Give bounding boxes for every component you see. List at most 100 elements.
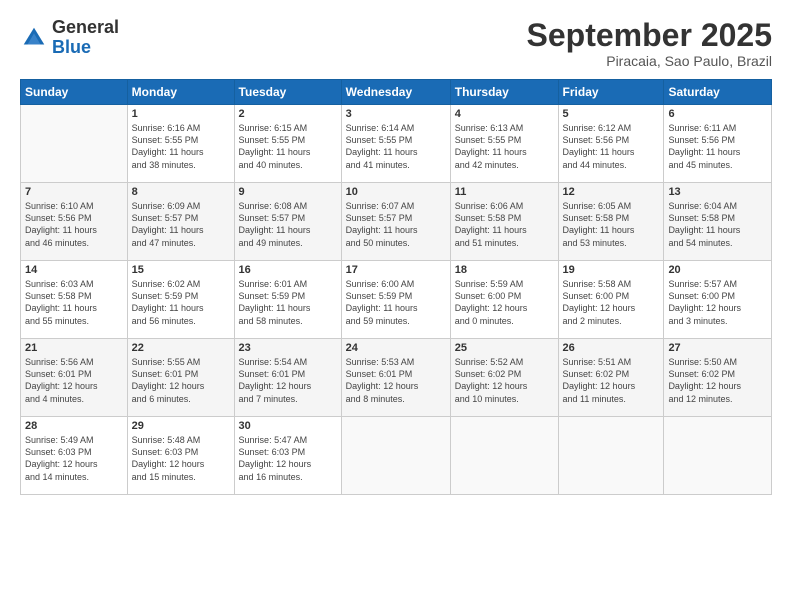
calendar-cell xyxy=(664,417,772,495)
cell-info: Sunrise: 6:16 AM Sunset: 5:55 PM Dayligh… xyxy=(132,122,230,171)
cell-info: Sunrise: 6:01 AM Sunset: 5:59 PM Dayligh… xyxy=(239,278,337,327)
calendar-cell: 17Sunrise: 6:00 AM Sunset: 5:59 PM Dayli… xyxy=(341,261,450,339)
cell-info: Sunrise: 6:10 AM Sunset: 5:56 PM Dayligh… xyxy=(25,200,123,249)
cell-info: Sunrise: 6:07 AM Sunset: 5:57 PM Dayligh… xyxy=(346,200,446,249)
calendar-cell: 1 Sunrise: 6:16 AM Sunset: 5:55 PM Daylig… xyxy=(127,105,234,183)
calendar-week-row: 28 Sunrise: 5:49 AM Sunset: 6:03 PM Dayli… xyxy=(21,417,772,495)
cell-info: Sunrise: 6:00 AM Sunset: 5:59 PM Dayligh… xyxy=(346,278,446,327)
cell-info: Sunrise: 5:56 AM Sunset: 6:01 PM Dayligh… xyxy=(25,356,123,405)
day-number: 14 xyxy=(25,264,123,276)
calendar-header-sunday: Sunday xyxy=(21,80,128,105)
cell-info: Sunrise: 6:09 AM Sunset: 5:57 PM Dayligh… xyxy=(132,200,230,249)
calendar-cell: 22 Sunrise: 5:55 AM Sunset: 6:01 PM Dayli… xyxy=(127,339,234,417)
calendar-week-row: 1 Sunrise: 6:16 AM Sunset: 5:55 PM Daylig… xyxy=(21,105,772,183)
cell-info: Sunrise: 6:08 AM Sunset: 5:57 PM Dayligh… xyxy=(239,200,337,249)
calendar-cell: 3Sunrise: 6:14 AM Sunset: 5:55 PM Daylig… xyxy=(341,105,450,183)
day-number: 16 xyxy=(239,264,337,276)
cell-info: Sunrise: 6:14 AM Sunset: 5:55 PM Dayligh… xyxy=(346,122,446,171)
calendar-week-row: 7 Sunrise: 6:10 AM Sunset: 5:56 PM Daylig… xyxy=(21,183,772,261)
day-number: 27 xyxy=(668,342,767,354)
calendar-cell: 15 Sunrise: 6:02 AM Sunset: 5:59 PM Dayli… xyxy=(127,261,234,339)
calendar-cell: 29 Sunrise: 5:48 AM Sunset: 6:03 PM Dayli… xyxy=(127,417,234,495)
calendar-cell: 21 Sunrise: 5:56 AM Sunset: 6:01 PM Dayli… xyxy=(21,339,128,417)
cell-info: Sunrise: 5:55 AM Sunset: 6:01 PM Dayligh… xyxy=(132,356,230,405)
calendar-header-friday: Friday xyxy=(558,80,664,105)
cell-info: Sunrise: 5:48 AM Sunset: 6:03 PM Dayligh… xyxy=(132,434,230,483)
calendar-cell xyxy=(558,417,664,495)
calendar-cell: 16 Sunrise: 6:01 AM Sunset: 5:59 PM Dayli… xyxy=(234,261,341,339)
calendar-cell: 30Sunrise: 5:47 AM Sunset: 6:03 PM Dayli… xyxy=(234,417,341,495)
cell-info: Sunrise: 6:12 AM Sunset: 5:56 PM Dayligh… xyxy=(563,122,660,171)
calendar-week-row: 21 Sunrise: 5:56 AM Sunset: 6:01 PM Dayli… xyxy=(21,339,772,417)
cell-info: Sunrise: 6:15 AM Sunset: 5:55 PM Dayligh… xyxy=(239,122,337,171)
day-number: 12 xyxy=(563,186,660,198)
day-number: 29 xyxy=(132,420,230,432)
day-number: 6 xyxy=(668,108,767,120)
day-number: 22 xyxy=(132,342,230,354)
calendar-header-wednesday: Wednesday xyxy=(341,80,450,105)
day-number: 10 xyxy=(346,186,446,198)
day-number: 20 xyxy=(668,264,767,276)
day-number: 24 xyxy=(346,342,446,354)
cell-info: Sunrise: 5:59 AM Sunset: 6:00 PM Dayligh… xyxy=(455,278,554,327)
day-number: 4 xyxy=(455,108,554,120)
calendar-cell: 8 Sunrise: 6:09 AM Sunset: 5:57 PM Daylig… xyxy=(127,183,234,261)
cell-info: Sunrise: 5:57 AM Sunset: 6:00 PM Dayligh… xyxy=(668,278,767,327)
calendar-cell: 4 Sunrise: 6:13 AM Sunset: 5:55 PM Daylig… xyxy=(450,105,558,183)
cell-info: Sunrise: 5:49 AM Sunset: 6:03 PM Dayligh… xyxy=(25,434,123,483)
calendar-cell: 24 Sunrise: 5:53 AM Sunset: 6:01 PM Dayli… xyxy=(341,339,450,417)
day-number: 23 xyxy=(239,342,337,354)
cell-info: Sunrise: 5:54 AM Sunset: 6:01 PM Dayligh… xyxy=(239,356,337,405)
cell-info: Sunrise: 6:06 AM Sunset: 5:58 PM Dayligh… xyxy=(455,200,554,249)
calendar-cell: 12 Sunrise: 6:05 AM Sunset: 5:58 PM Dayli… xyxy=(558,183,664,261)
cell-info: Sunrise: 6:04 AM Sunset: 5:58 PM Dayligh… xyxy=(668,200,767,249)
cell-info: Sunrise: 6:05 AM Sunset: 5:58 PM Dayligh… xyxy=(563,200,660,249)
cell-info: Sunrise: 5:53 AM Sunset: 6:01 PM Dayligh… xyxy=(346,356,446,405)
cell-info: Sunrise: 5:58 AM Sunset: 6:00 PM Dayligh… xyxy=(563,278,660,327)
logo-text: General Blue xyxy=(52,18,119,58)
calendar-cell: 18 Sunrise: 5:59 AM Sunset: 6:00 PM Dayli… xyxy=(450,261,558,339)
calendar-cell xyxy=(341,417,450,495)
calendar-cell: 13 Sunrise: 6:04 AM Sunset: 5:58 PM Dayli… xyxy=(664,183,772,261)
calendar-cell xyxy=(21,105,128,183)
cell-info: Sunrise: 6:13 AM Sunset: 5:55 PM Dayligh… xyxy=(455,122,554,171)
day-number: 13 xyxy=(668,186,767,198)
day-number: 1 xyxy=(132,108,230,120)
calendar-week-row: 14Sunrise: 6:03 AM Sunset: 5:58 PM Dayli… xyxy=(21,261,772,339)
day-number: 30 xyxy=(239,420,337,432)
calendar-header-row: SundayMondayTuesdayWednesdayThursdayFrid… xyxy=(21,80,772,105)
day-number: 26 xyxy=(563,342,660,354)
calendar-cell: 23 Sunrise: 5:54 AM Sunset: 6:01 PM Dayli… xyxy=(234,339,341,417)
day-number: 28 xyxy=(25,420,123,432)
calendar-table: SundayMondayTuesdayWednesdayThursdayFrid… xyxy=(20,79,772,495)
day-number: 21 xyxy=(25,342,123,354)
header: General Blue September 2025 Piracaia, Sa… xyxy=(20,18,772,69)
calendar-header-saturday: Saturday xyxy=(664,80,772,105)
cell-info: Sunrise: 5:51 AM Sunset: 6:02 PM Dayligh… xyxy=(563,356,660,405)
calendar-cell: 6Sunrise: 6:11 AM Sunset: 5:56 PM Daylig… xyxy=(664,105,772,183)
day-number: 8 xyxy=(132,186,230,198)
calendar-cell: 7 Sunrise: 6:10 AM Sunset: 5:56 PM Daylig… xyxy=(21,183,128,261)
title-block: September 2025 Piracaia, Sao Paulo, Braz… xyxy=(527,18,772,69)
calendar-cell: 2 Sunrise: 6:15 AM Sunset: 5:55 PM Daylig… xyxy=(234,105,341,183)
day-number: 15 xyxy=(132,264,230,276)
calendar-cell: 5 Sunrise: 6:12 AM Sunset: 5:56 PM Daylig… xyxy=(558,105,664,183)
day-number: 5 xyxy=(563,108,660,120)
calendar-cell: 26 Sunrise: 5:51 AM Sunset: 6:02 PM Dayli… xyxy=(558,339,664,417)
cell-info: Sunrise: 6:02 AM Sunset: 5:59 PM Dayligh… xyxy=(132,278,230,327)
calendar-cell: 10 Sunrise: 6:07 AM Sunset: 5:57 PM Dayli… xyxy=(341,183,450,261)
calendar-cell: 25Sunrise: 5:52 AM Sunset: 6:02 PM Dayli… xyxy=(450,339,558,417)
logo-icon xyxy=(20,24,48,52)
calendar-cell xyxy=(450,417,558,495)
calendar-cell: 19Sunrise: 5:58 AM Sunset: 6:00 PM Dayli… xyxy=(558,261,664,339)
day-number: 2 xyxy=(239,108,337,120)
day-number: 11 xyxy=(455,186,554,198)
day-number: 18 xyxy=(455,264,554,276)
calendar-cell: 14Sunrise: 6:03 AM Sunset: 5:58 PM Dayli… xyxy=(21,261,128,339)
day-number: 25 xyxy=(455,342,554,354)
day-number: 7 xyxy=(25,186,123,198)
day-number: 9 xyxy=(239,186,337,198)
calendar-cell: 27Sunrise: 5:50 AM Sunset: 6:02 PM Dayli… xyxy=(664,339,772,417)
calendar-cell: 11 Sunrise: 6:06 AM Sunset: 5:58 PM Dayli… xyxy=(450,183,558,261)
calendar-header-tuesday: Tuesday xyxy=(234,80,341,105)
